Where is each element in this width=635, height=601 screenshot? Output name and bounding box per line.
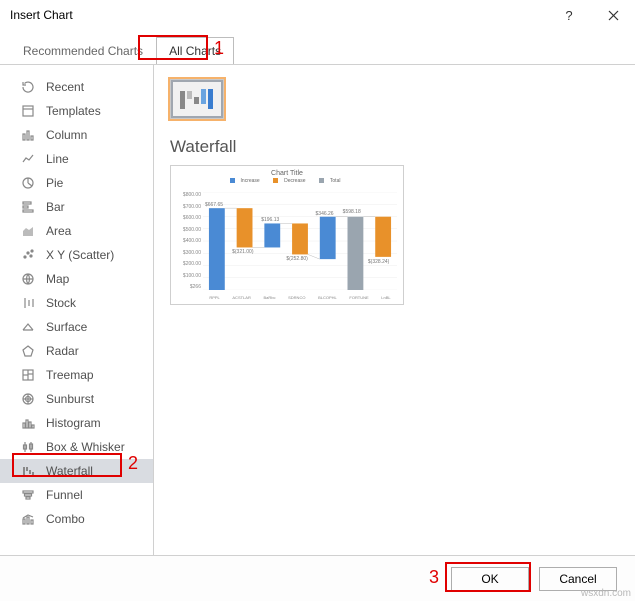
data-label: $(252.80) (286, 256, 307, 262)
chart-category-sidebar: Recent Templates Column Line Pie Bar Are… (0, 65, 154, 555)
sidebar-item-label: Stock (46, 296, 76, 310)
sidebar-item-bar[interactable]: Bar (0, 195, 153, 219)
window-title: Insert Chart (10, 8, 73, 22)
preview-title: Chart Title (171, 166, 403, 178)
recent-icon (20, 79, 36, 95)
sidebar-item-label: Area (46, 224, 71, 238)
dialog-body: Recent Templates Column Line Pie Bar Are… (0, 64, 635, 555)
waterfall-icon (20, 463, 36, 479)
sidebar-item-label: Bar (46, 200, 65, 214)
sidebar-item-label: Recent (46, 80, 84, 94)
sidebar-item-label: Sunburst (46, 392, 94, 406)
chart-subtype-row (170, 79, 619, 119)
sidebar-item-label: X Y (Scatter) (46, 248, 114, 262)
funnel-icon (20, 487, 36, 503)
sidebar-item-treemap[interactable]: Treemap (0, 363, 153, 387)
histogram-icon (20, 415, 36, 431)
pie-icon (20, 175, 36, 191)
cancel-button[interactable]: Cancel (539, 567, 617, 591)
data-label: $(328.24) (368, 259, 389, 265)
chart-subtype-waterfall[interactable] (170, 79, 224, 119)
sidebar-item-label: Surface (46, 320, 87, 334)
sidebar-item-pie[interactable]: Pie (0, 171, 153, 195)
sidebar-item-funnel[interactable]: Funnel (0, 483, 153, 507)
watermark: wsxdn.com (581, 588, 631, 599)
stock-icon (20, 295, 36, 311)
preview-legend: Increase Decrease Total (171, 178, 403, 184)
map-icon (20, 271, 36, 287)
preview-xaxis: RPPLACSTLARBaRbcSDRNCOBLCOPHLFORTUNELnBL (203, 295, 397, 300)
sidebar-item-sunburst[interactable]: Sunburst (0, 387, 153, 411)
sidebar-item-label: Histogram (46, 416, 101, 430)
bar-icon (20, 199, 36, 215)
dialog-footer: OK Cancel (0, 555, 635, 601)
sidebar-item-map[interactable]: Map (0, 267, 153, 291)
sunburst-icon (20, 391, 36, 407)
preview-plot: $667.65 $(321.00) $196.13 $(252.80) $346… (203, 192, 397, 290)
chart-preview[interactable]: Chart Title Increase Decrease Total $800… (170, 165, 404, 305)
column-icon (20, 127, 36, 143)
data-label: $667.65 (205, 202, 223, 208)
line-icon (20, 151, 36, 167)
sidebar-item-scatter[interactable]: X Y (Scatter) (0, 243, 153, 267)
tab-bar: Recommended Charts All Charts (0, 30, 635, 64)
sidebar-item-label: Column (46, 128, 87, 142)
sidebar-item-label: Templates (46, 104, 101, 118)
sidebar-item-histogram[interactable]: Histogram (0, 411, 153, 435)
combo-icon (20, 511, 36, 527)
close-button[interactable] (591, 0, 635, 30)
tab-recommended-charts[interactable]: Recommended Charts (10, 37, 156, 65)
sidebar-item-label: Box & Whisker (46, 440, 125, 454)
sidebar-item-label: Radar (46, 344, 79, 358)
surface-icon (20, 319, 36, 335)
sidebar-item-stock[interactable]: Stock (0, 291, 153, 315)
scatter-icon (20, 247, 36, 263)
preview-yaxis: $800.00$700.00$600.00$500.00$400.00$300.… (175, 192, 201, 290)
data-label: $(321.00) (232, 249, 253, 255)
sidebar-item-recent[interactable]: Recent (0, 75, 153, 99)
sidebar-item-combo[interactable]: Combo (0, 507, 153, 531)
ok-button[interactable]: OK (451, 567, 529, 591)
data-label: $598.18 (343, 209, 361, 215)
treemap-icon (20, 367, 36, 383)
sidebar-item-label: Funnel (46, 488, 83, 502)
sidebar-item-label: Waterfall (46, 464, 93, 478)
sidebar-item-label: Line (46, 152, 69, 166)
sidebar-item-label: Map (46, 272, 69, 286)
area-icon (20, 223, 36, 239)
chart-content-area: Waterfall Chart Title Increase Decrease … (154, 65, 635, 555)
data-label: $346.26 (316, 211, 334, 217)
sidebar-item-area[interactable]: Area (0, 219, 153, 243)
sidebar-item-label: Pie (46, 176, 63, 190)
callout-number-3: 3 (429, 567, 439, 588)
templates-icon (20, 103, 36, 119)
sidebar-item-label: Treemap (46, 368, 94, 382)
data-label: $196.13 (261, 217, 279, 223)
callout-number-1: 1 (214, 38, 224, 59)
box-whisker-icon (20, 439, 36, 455)
titlebar: Insert Chart ? (0, 0, 635, 30)
help-button[interactable]: ? (547, 0, 591, 30)
sidebar-item-radar[interactable]: Radar (0, 339, 153, 363)
callout-number-2: 2 (128, 453, 138, 474)
chart-type-title: Waterfall (170, 137, 619, 157)
sidebar-item-templates[interactable]: Templates (0, 99, 153, 123)
sidebar-item-surface[interactable]: Surface (0, 315, 153, 339)
sidebar-item-column[interactable]: Column (0, 123, 153, 147)
sidebar-item-label: Combo (46, 512, 85, 526)
sidebar-item-line[interactable]: Line (0, 147, 153, 171)
radar-icon (20, 343, 36, 359)
